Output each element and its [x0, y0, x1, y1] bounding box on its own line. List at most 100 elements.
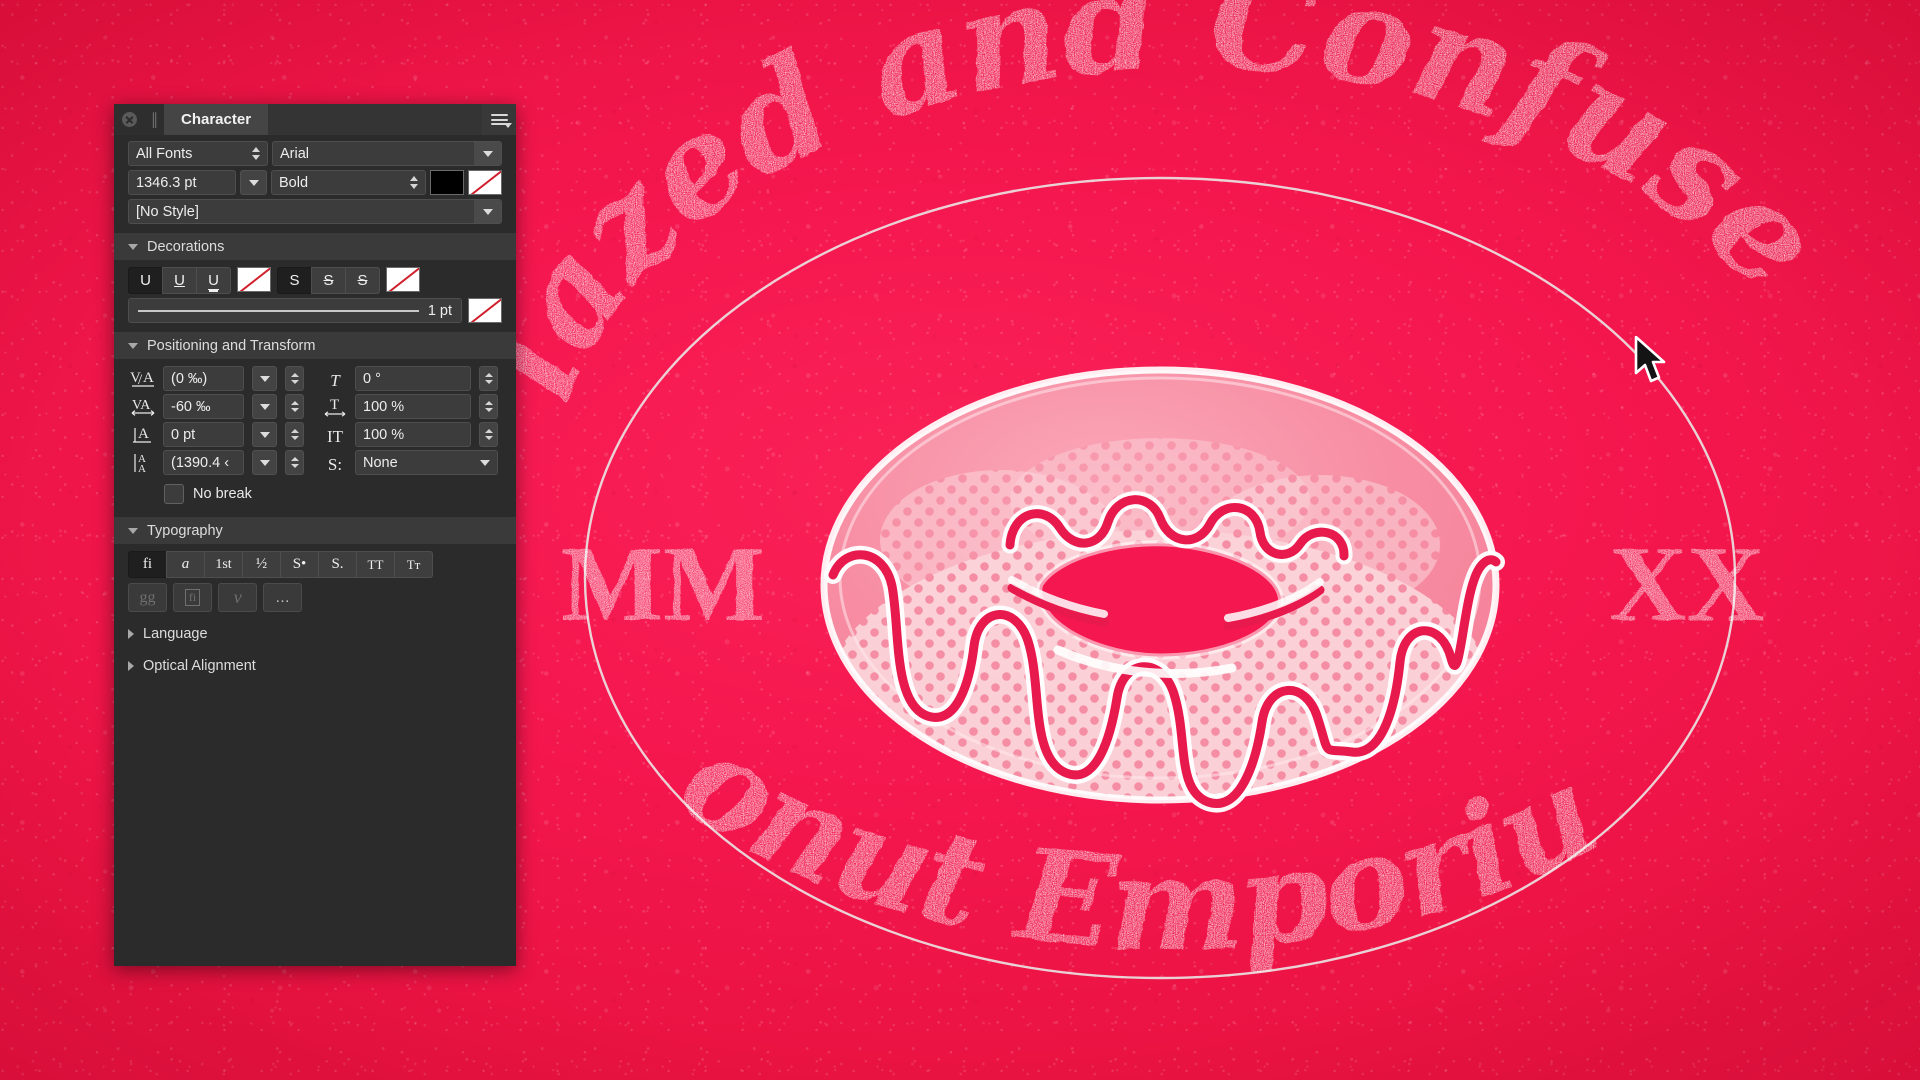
stroke-color-swatch[interactable]	[468, 170, 502, 195]
svg-text:A: A	[143, 370, 154, 386]
horizontal-scale-stepper[interactable]	[479, 394, 498, 419]
swash-button[interactable]: ᴠ	[218, 583, 257, 612]
strikethrough-none-button[interactable]: S	[277, 267, 312, 294]
leading-override-dropdown-button[interactable]	[252, 450, 277, 475]
leading-override-icon: AA	[128, 450, 158, 475]
section-header-typography[interactable]: Typography	[114, 517, 516, 544]
font-family-select[interactable]: Arial	[272, 141, 502, 166]
tracking-stepper[interactable]	[285, 394, 304, 419]
decoration-line-color-swatch[interactable]	[468, 298, 502, 323]
vertical-scale-row: IT 100 %	[320, 422, 498, 447]
kerning-stepper[interactable]	[285, 366, 304, 391]
panel-body: All Fonts Arial 1346.3 pt Bold [No Style…	[114, 135, 516, 681]
no-break-checkbox[interactable]	[164, 484, 184, 504]
character-panel[interactable]: ║ Character All Fonts Arial 1346.3 pt Bo…	[114, 104, 516, 966]
kerning-row: V / A (0 ‰)	[128, 366, 304, 391]
leading-override-row: AA (1390.4 ‹	[128, 450, 304, 475]
tracking-dropdown-button[interactable]	[252, 394, 277, 419]
font-size-dropdown-button[interactable]	[240, 170, 267, 195]
section-header-decorations[interactable]: Decorations	[114, 233, 516, 260]
underline-none-button[interactable]: U	[128, 267, 163, 294]
close-icon	[121, 112, 137, 127]
subscript-button[interactable]: S.	[318, 551, 357, 578]
decorations-buttons-row: U U U S S S	[114, 267, 516, 298]
text-style-select[interactable]: [No Style]	[128, 199, 502, 224]
standard-ligatures-button[interactable]: fi	[128, 551, 167, 578]
text-style-dropdown-icon[interactable]	[474, 200, 501, 223]
skew-icon: T	[330, 371, 340, 390]
logo-left-mark: MM	[561, 525, 765, 644]
strikethrough-double-button[interactable]: S	[345, 267, 380, 294]
grip-icon[interactable]: ║	[144, 104, 164, 135]
more-typography-options-button[interactable]: …	[263, 583, 302, 612]
underline-single-button[interactable]: U	[162, 267, 197, 294]
chevron-down-icon	[480, 459, 490, 466]
section-label: Positioning and Transform	[147, 337, 316, 354]
text-script-icon: S:	[327, 455, 343, 474]
font-style-select[interactable]: Bold	[271, 170, 426, 195]
baseline-shift-icon: A	[128, 422, 158, 447]
font-style-stepper-icon[interactable]	[410, 176, 418, 189]
chevron-right-icon	[128, 661, 134, 671]
panel-title: Character	[181, 111, 252, 128]
section-header-optical-alignment[interactable]: Optical Alignment	[114, 651, 516, 681]
section-header-positioning[interactable]: Positioning and Transform	[114, 332, 516, 359]
underline-color-swatch[interactable]	[237, 267, 271, 292]
vertical-scale-input[interactable]: 100 %	[355, 422, 471, 447]
underline-double-button[interactable]: U	[196, 267, 231, 294]
strikethrough-color-swatch[interactable]	[386, 267, 420, 292]
positioning-grid: V / A (0 ‰) VA -60 ‰ A 0 pt A A (1390.4 …	[114, 366, 516, 475]
horizontal-scale-icon: T	[320, 394, 350, 419]
chevron-right-icon	[128, 629, 134, 639]
font-collection-select[interactable]: All Fonts	[128, 141, 268, 166]
section-header-language[interactable]: Language	[114, 619, 516, 649]
superscript-button[interactable]: S•	[280, 551, 319, 578]
titling-alternates-button[interactable]: fi	[173, 583, 212, 612]
leading-override-input[interactable]: (1390.4 ‹	[163, 450, 244, 475]
strikethrough-single-button[interactable]: S	[311, 267, 346, 294]
fill-color-swatch[interactable]	[430, 170, 464, 195]
tab-character[interactable]: Character	[164, 104, 269, 135]
vertical-scale-stepper[interactable]	[479, 422, 498, 447]
underline-button-group[interactable]: U U U	[128, 267, 231, 294]
horizontal-scale-input[interactable]: 100 %	[355, 394, 471, 419]
baseline-shift-row: A 0 pt	[128, 422, 304, 447]
typography-row-2: gg fi ᴠ …	[114, 583, 516, 617]
leading-override-stepper[interactable]	[285, 450, 304, 475]
chevron-down-icon	[504, 123, 512, 128]
svg-text:T: T	[330, 397, 339, 413]
panel-menu-button[interactable]	[482, 104, 516, 135]
app-canvas: Glazed and Confused Donut Emporium MM XX…	[0, 0, 1920, 1080]
tracking-input[interactable]: -60 ‰	[163, 394, 244, 419]
kerning-dropdown-button[interactable]	[252, 366, 277, 391]
fractions-button[interactable]: ½	[242, 551, 281, 578]
decoration-line-width-input[interactable]: 1 pt	[128, 298, 462, 323]
font-family-dropdown-icon[interactable]	[474, 142, 501, 165]
small-caps-button[interactable]: Tᴛ	[394, 551, 433, 578]
chevron-down-icon	[128, 527, 138, 534]
strikethrough-button-group[interactable]: S S S	[277, 267, 380, 294]
baseline-shift-input[interactable]: 0 pt	[163, 422, 244, 447]
font-size-input[interactable]: 1346.3 pt	[128, 170, 236, 195]
close-panel-button[interactable]	[114, 104, 144, 135]
ordinals-button[interactable]: 1st	[204, 551, 243, 578]
positioning-right-column: T 0 ° T 100 % IT 100 % S: None	[320, 366, 498, 475]
discretionary-ligatures-button[interactable]: gg	[128, 583, 167, 612]
panel-titlebar[interactable]: ║ Character	[114, 104, 516, 135]
no-break-label: No break	[193, 486, 252, 502]
section-label: Typography	[147, 522, 223, 539]
titlebar-filler	[268, 104, 482, 135]
italic-alternates-button[interactable]: a	[166, 551, 205, 578]
kerning-input[interactable]: (0 ‰)	[163, 366, 244, 391]
skew-input[interactable]: 0 °	[355, 366, 471, 391]
text-script-select[interactable]: None	[355, 450, 498, 475]
no-break-row[interactable]: No break	[114, 475, 516, 504]
chevron-down-icon	[128, 342, 138, 349]
all-caps-button[interactable]: TT	[356, 551, 395, 578]
baseline-shift-stepper[interactable]	[285, 422, 304, 447]
collection-stepper-icon[interactable]	[252, 147, 260, 160]
skew-stepper[interactable]	[479, 366, 498, 391]
horizontal-scale-row: T 100 %	[320, 394, 498, 419]
baseline-shift-dropdown-button[interactable]	[252, 422, 277, 447]
tracking-icon: VA	[128, 394, 158, 419]
